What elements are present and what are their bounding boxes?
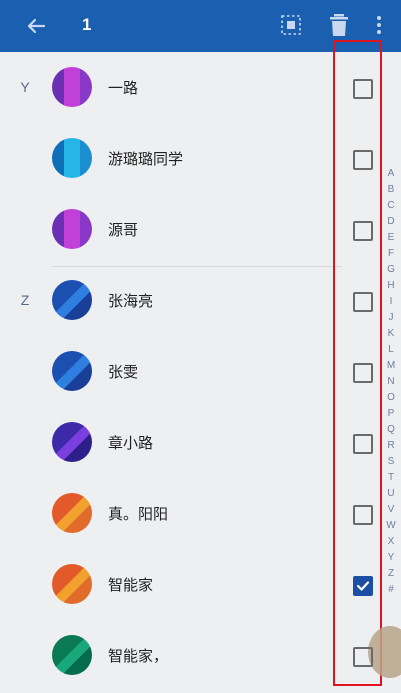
back-button[interactable] [22, 12, 50, 40]
section-letter: Y [20, 79, 30, 95]
alphabet-index-letter[interactable]: Y [388, 550, 395, 566]
contact-row[interactable]: 张雯 [0, 336, 340, 406]
checkbox[interactable] [353, 79, 373, 99]
checkbox[interactable] [353, 363, 373, 383]
alphabet-index-letter[interactable]: W [386, 518, 395, 534]
avatar [52, 67, 92, 107]
select-all-button[interactable] [280, 14, 302, 36]
alphabet-index-letter[interactable]: P [388, 406, 395, 422]
avatar [52, 280, 92, 320]
checkbox[interactable] [353, 292, 373, 312]
arrow-left-icon [27, 18, 46, 34]
contact-row[interactable]: 真。阳阳 [0, 478, 340, 548]
contact-name: 章小路 [108, 435, 154, 452]
alphabet-index-letter[interactable]: X [388, 534, 395, 550]
avatar [52, 138, 92, 178]
checkbox[interactable] [353, 150, 373, 170]
contact-name: 源哥 [108, 222, 139, 239]
contact-row[interactable]: 智能家， [0, 620, 340, 690]
alphabet-index-letter[interactable]: M [387, 358, 395, 374]
contact-row[interactable]: Z 张海亮 [0, 265, 340, 335]
alphabet-index-letter[interactable]: C [387, 198, 394, 214]
contact-row[interactable]: Y 一路 [0, 52, 340, 122]
checkbox[interactable] [353, 434, 373, 454]
section-letter: Z [20, 292, 30, 308]
avatar [52, 422, 92, 462]
alphabet-index[interactable]: A B C D E F G H I J K L M N O P Q R S T U V W X Y Z # [383, 166, 399, 598]
alphabet-index-letter[interactable]: S [388, 454, 395, 470]
contact-row[interactable]: 游璐璐同学 [0, 123, 340, 193]
delete-button[interactable] [328, 12, 350, 38]
contact-row[interactable]: 源哥 [0, 194, 340, 264]
contact-name: 真。阳阳 [108, 506, 169, 523]
alphabet-index-letter[interactable]: J [389, 310, 394, 326]
alphabet-index-letter[interactable]: R [387, 438, 394, 454]
contact-name: 张雯 [108, 364, 139, 381]
contact-row[interactable]: 章小路 [0, 407, 340, 477]
alphabet-index-letter[interactable]: F [388, 246, 394, 262]
contact-name: 智能家， [108, 648, 169, 665]
alphabet-index-letter[interactable]: A [388, 166, 395, 182]
contact-row[interactable]: 智能家 [0, 549, 340, 619]
avatar [52, 493, 92, 533]
selected-count: 1 [82, 15, 92, 34]
alphabet-index-letter[interactable]: O [387, 390, 395, 406]
contact-name: 智能家 [108, 577, 154, 594]
checkbox[interactable] [353, 647, 373, 667]
select-all-icon [281, 15, 301, 35]
avatar [52, 564, 92, 604]
alphabet-index-letter[interactable]: H [387, 278, 394, 294]
checkbox[interactable] [353, 505, 373, 525]
more-options-button[interactable] [372, 12, 386, 38]
section-divider [52, 266, 342, 267]
trash-icon [330, 14, 348, 36]
avatar [52, 209, 92, 249]
alphabet-index-letter[interactable]: V [388, 502, 395, 518]
alphabet-index-letter[interactable]: K [388, 326, 395, 342]
alphabet-index-letter[interactable]: D [387, 214, 394, 230]
alphabet-index-letter[interactable]: N [387, 374, 394, 390]
contact-name: 一路 [108, 80, 139, 97]
alphabet-index-letter[interactable]: G [387, 262, 395, 278]
alphabet-index-letter[interactable]: I [390, 294, 393, 310]
alphabet-index-letter[interactable]: Q [387, 422, 395, 438]
alphabet-index-letter[interactable]: Z [388, 566, 394, 582]
alphabet-index-letter[interactable]: U [387, 486, 394, 502]
checkbox-checked[interactable] [353, 576, 373, 596]
alphabet-index-letter[interactable]: E [388, 230, 395, 246]
alphabet-index-letter[interactable]: L [388, 342, 394, 358]
checkmark-icon [356, 581, 370, 591]
contact-name: 张海亮 [108, 293, 154, 310]
alphabet-index-letter[interactable]: T [388, 470, 394, 486]
alphabet-index-letter[interactable]: # [388, 582, 394, 598]
alphabet-index-letter[interactable]: B [388, 182, 395, 198]
avatar [52, 635, 92, 675]
avatar [52, 351, 92, 391]
more-vertical-icon [377, 16, 381, 34]
contact-name: 游璐璐同学 [108, 151, 184, 168]
checkbox[interactable] [353, 221, 373, 241]
